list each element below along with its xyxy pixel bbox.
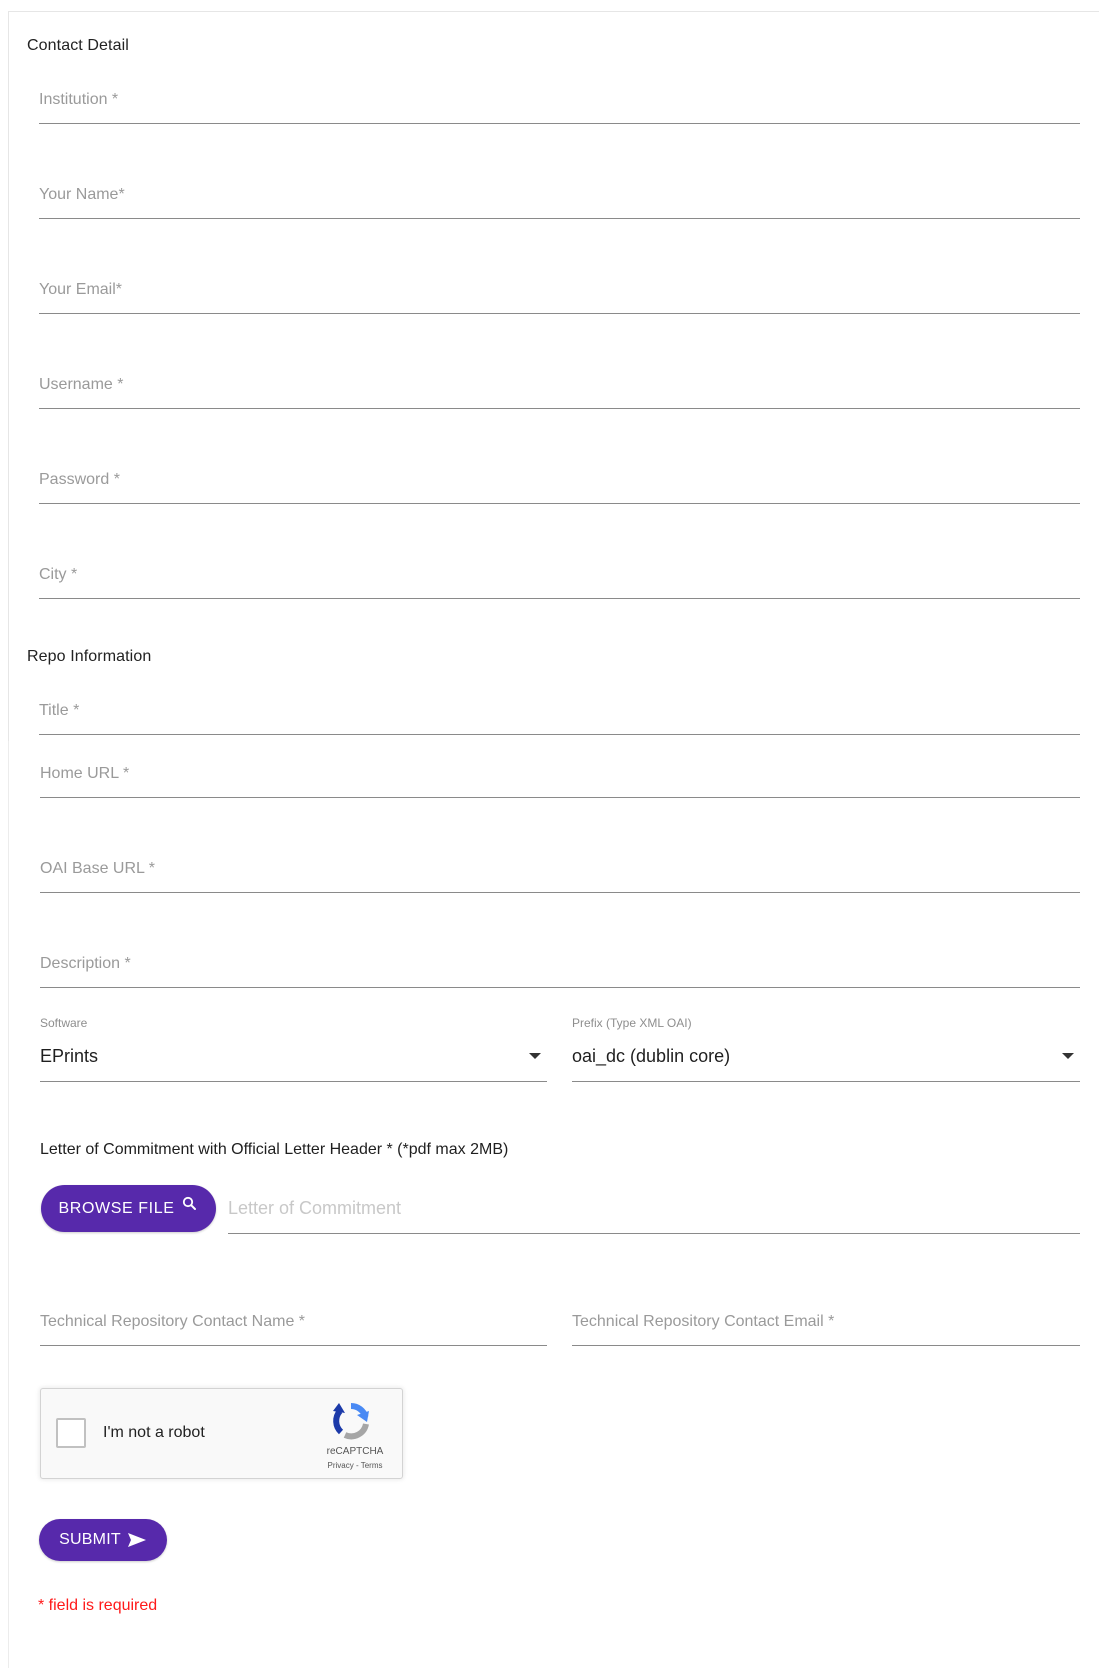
repo-title-field[interactable]: Title * xyxy=(39,692,1080,735)
tech-contact-email-field[interactable]: Technical Repository Contact Email * xyxy=(572,1303,1080,1346)
letter-of-commitment-placeholder: Letter of Commitment xyxy=(228,1198,402,1218)
contact-detail-heading: Contact Detail xyxy=(27,37,129,54)
recaptcha-widget: I'm not a robot reCAPTCHA Privacy - Term… xyxy=(40,1388,403,1479)
tech-contact-name-placeholder: Technical Repository Contact Name * xyxy=(40,1313,306,1330)
institution-placeholder: Institution * xyxy=(39,91,119,108)
prefix-label: Prefix (Type XML OAI) xyxy=(572,1016,692,1030)
prefix-select[interactable]: oai_dc (dublin core) xyxy=(572,1034,1080,1082)
search-icon xyxy=(183,1196,197,1210)
send-icon xyxy=(127,1533,146,1547)
city-field[interactable]: City * xyxy=(39,556,1080,599)
recaptcha-privacy-link[interactable]: Privacy xyxy=(328,1461,354,1470)
username-field[interactable]: Username * xyxy=(39,366,1080,409)
city-placeholder: City * xyxy=(39,566,78,583)
recaptcha-checkbox[interactable] xyxy=(56,1418,86,1448)
caret-down-icon xyxy=(1062,1053,1074,1059)
institution-field[interactable]: Institution * xyxy=(39,81,1080,124)
repo-information-heading: Repo Information xyxy=(27,648,152,665)
letter-of-commitment-field[interactable]: Letter of Commitment xyxy=(228,1186,1080,1234)
home-url-placeholder: Home URL * xyxy=(40,765,130,782)
browse-file-button[interactable]: BROWSE FILE xyxy=(41,1185,216,1232)
caret-down-icon xyxy=(529,1053,541,1059)
software-label: Software xyxy=(40,1016,88,1030)
username-placeholder: Username * xyxy=(39,376,124,393)
prefix-selected-value: oai_dc (dublin core) xyxy=(572,1046,731,1066)
recaptcha-terms-link[interactable]: Terms xyxy=(361,1461,383,1470)
oai-base-url-field[interactable]: OAI Base URL * xyxy=(40,850,1080,893)
tech-contact-name-field[interactable]: Technical Repository Contact Name * xyxy=(40,1303,547,1346)
password-field[interactable]: Password * xyxy=(39,461,1080,504)
registration-form-page: Contact Detail Institution * Your Name* … xyxy=(0,0,1099,1668)
your-name-field[interactable]: Your Name* xyxy=(39,176,1080,219)
recaptcha-label: I'm not a robot xyxy=(103,1424,205,1441)
recaptcha-logo-icon xyxy=(333,1402,369,1440)
software-selected-value: EPrints xyxy=(40,1046,99,1066)
description-field[interactable]: Description * xyxy=(40,945,1080,988)
tech-contact-email-placeholder: Technical Repository Contact Email * xyxy=(572,1313,835,1330)
submit-label: SUBMIT xyxy=(59,1531,121,1548)
your-email-field[interactable]: Your Email* xyxy=(39,271,1080,314)
submit-button[interactable]: SUBMIT xyxy=(39,1519,167,1561)
description-placeholder: Description * xyxy=(40,955,131,972)
browse-file-label: BROWSE FILE xyxy=(58,1199,175,1217)
software-select[interactable]: EPrints xyxy=(40,1034,547,1082)
oai-base-url-placeholder: OAI Base URL * xyxy=(40,860,156,877)
recaptcha-brand: reCAPTCHA xyxy=(326,1446,384,1457)
your-name-placeholder: Your Name* xyxy=(39,186,125,203)
letter-of-commitment-label: Letter of Commitment with Official Lette… xyxy=(40,1141,509,1158)
recaptcha-links: Privacy - Terms xyxy=(319,1461,391,1470)
your-email-placeholder: Your Email* xyxy=(39,281,123,298)
repo-title-placeholder: Title * xyxy=(39,702,80,719)
password-placeholder: Password * xyxy=(39,471,120,488)
required-field-note: * field is required xyxy=(38,1597,158,1614)
recaptcha-links-separator: - xyxy=(353,1461,361,1470)
home-url-field[interactable]: Home URL * xyxy=(40,755,1080,798)
form-panel-border-lower xyxy=(8,741,9,1668)
